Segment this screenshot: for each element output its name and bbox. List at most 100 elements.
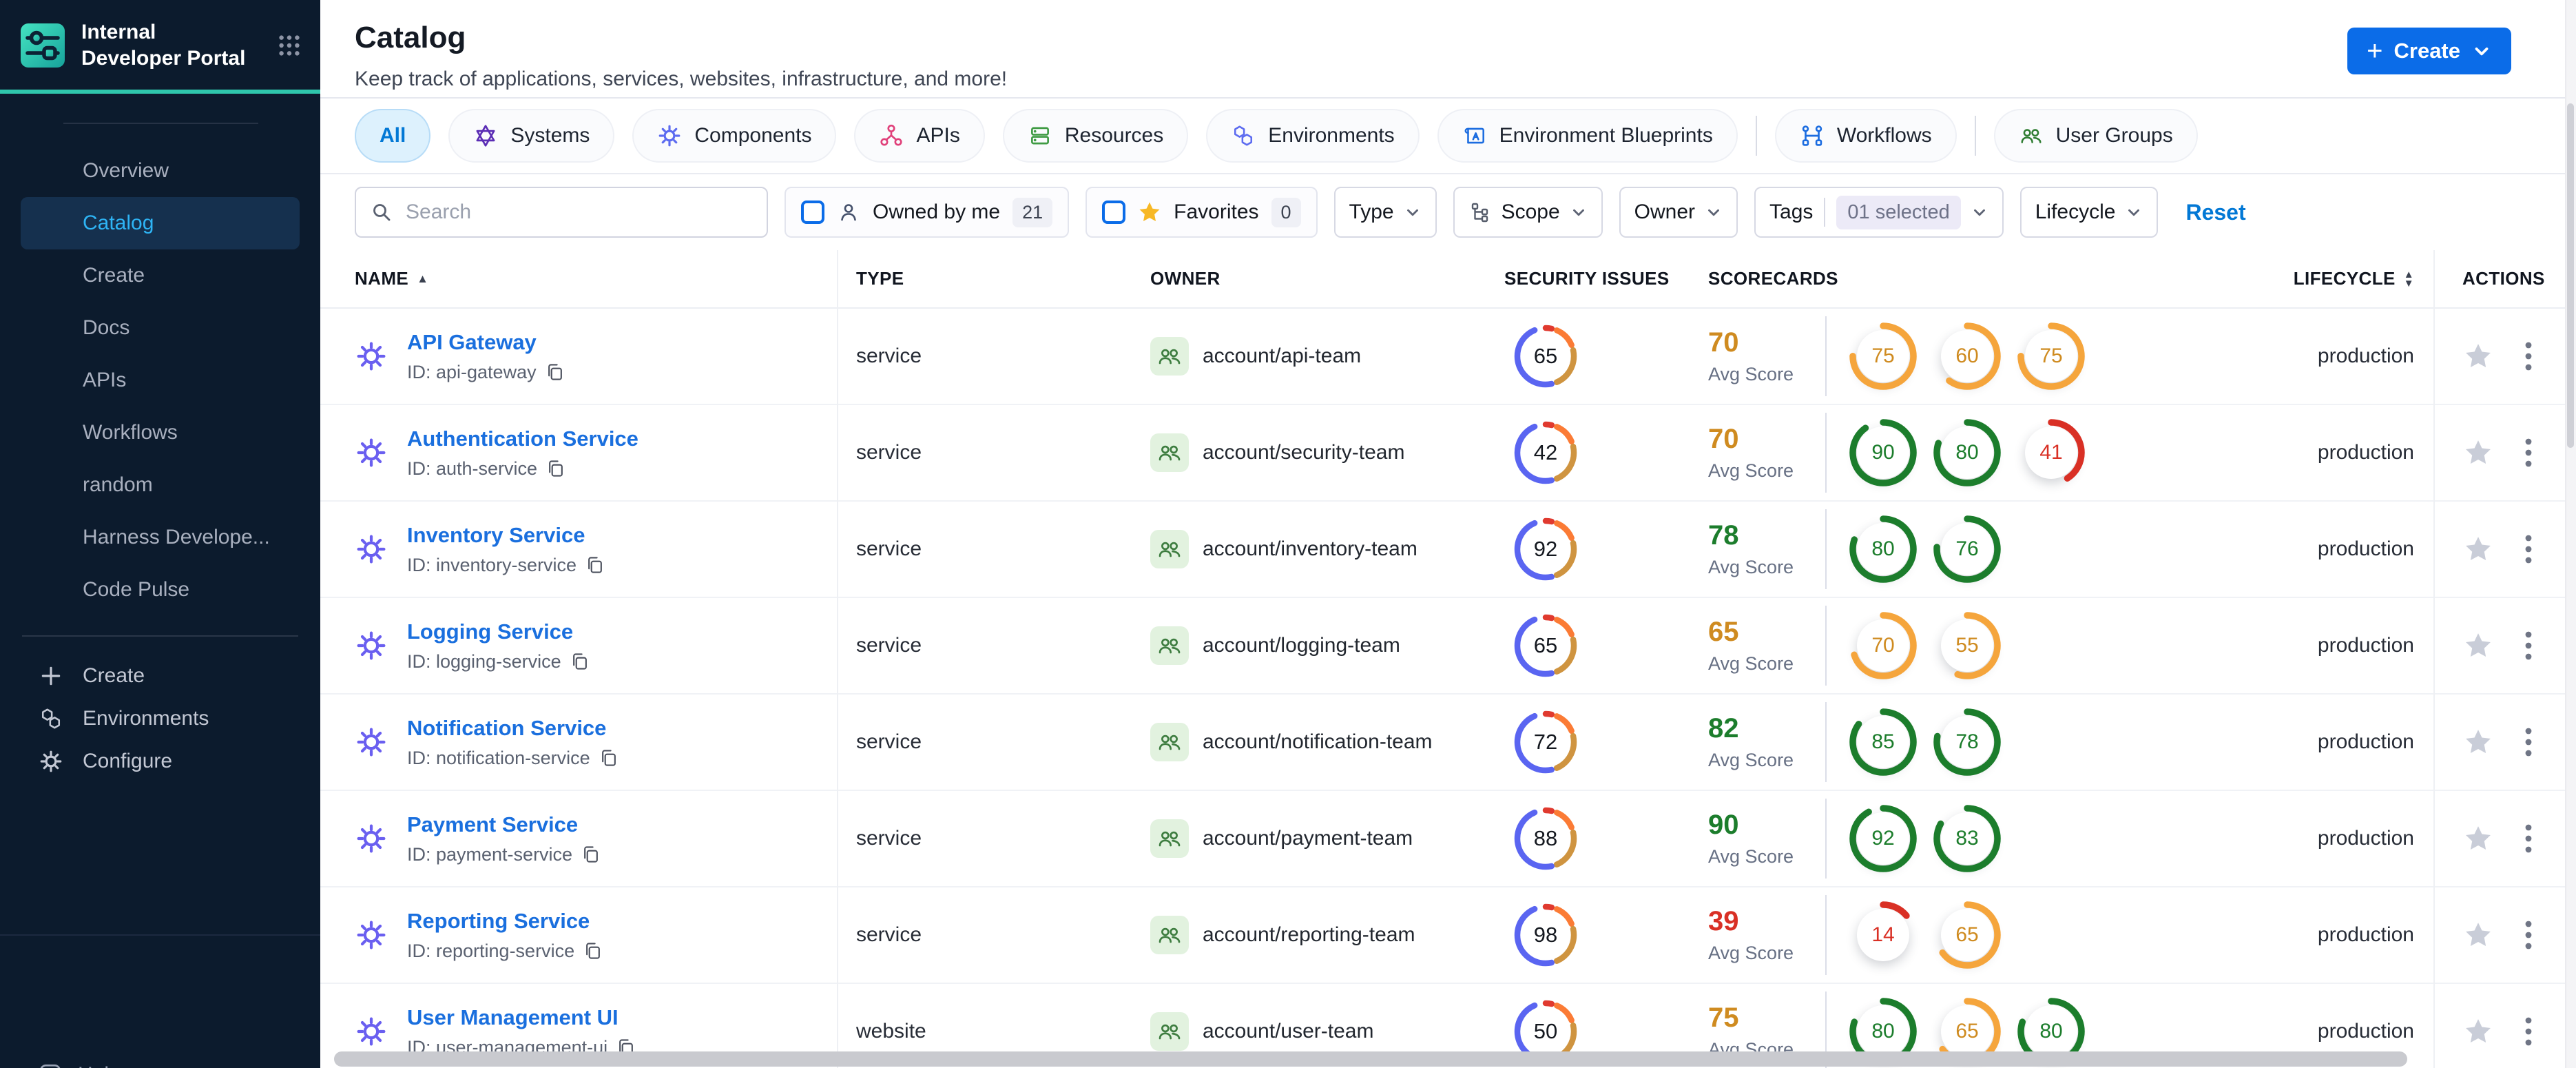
horizontal-scrollbar-thumb[interactable] — [334, 1051, 2407, 1067]
catalog-table: NAME ▲ TYPE OWNER SECURITY ISSUES SCORECA… — [320, 250, 2576, 1068]
scorecard-ring: 60 — [1933, 322, 2002, 391]
entity-name-cell: Authentication Service ID: auth-service — [320, 427, 837, 480]
tab-systems[interactable]: Systems — [448, 109, 615, 163]
users-icon — [2019, 123, 2044, 148]
app-grid-icon[interactable] — [276, 32, 302, 59]
filter-owner[interactable]: Owner — [1619, 187, 1738, 238]
kebab-menu-icon[interactable] — [2524, 533, 2533, 565]
favorite-star-icon[interactable] — [2464, 921, 2493, 949]
vertical-scrollbar-thumb[interactable] — [2567, 103, 2574, 448]
lifecycle-value: production — [2317, 1020, 2414, 1043]
copy-icon[interactable] — [545, 362, 565, 382]
kebab-menu-icon[interactable] — [2524, 919, 2533, 951]
entity-name-link[interactable]: Authentication Service — [407, 427, 638, 451]
table-row: Logging Service ID: logging-service serv… — [320, 598, 2576, 695]
create-button[interactable]: + Create — [2347, 28, 2511, 74]
column-header-scorecards: SCORECARDS — [1708, 268, 1838, 289]
column-divider — [2433, 250, 2435, 1068]
tab-workflows[interactable]: Workflows — [1774, 109, 1957, 163]
copy-icon[interactable] — [583, 941, 603, 961]
security-issues-donut: 98 — [1511, 901, 1580, 969]
entity-type: service — [856, 827, 922, 850]
copy-icon[interactable] — [599, 748, 619, 768]
entity-owner: account/notification-team — [1150, 723, 1502, 761]
sidebar-item-docs[interactable]: Docs — [21, 302, 300, 354]
tab-user-groups[interactable]: User Groups — [1993, 109, 2198, 163]
security-issues-donut: 65 — [1511, 322, 1580, 391]
column-header-name[interactable]: NAME ▲ — [320, 268, 837, 289]
favorite-star-icon[interactable] — [2464, 728, 2493, 757]
avg-score-value: 39 — [1708, 906, 1739, 936]
entity-name-link[interactable]: Inventory Service — [407, 523, 585, 547]
sidebar-item-overview[interactable]: Overview — [21, 145, 300, 197]
entity-owner: account/logging-team — [1150, 626, 1502, 665]
entity-type: website — [856, 1020, 926, 1043]
favorites-checkbox[interactable] — [1102, 201, 1126, 224]
reset-filters-link[interactable]: Reset — [2185, 200, 2245, 225]
kebab-menu-icon[interactable] — [2524, 630, 2533, 661]
tab-environment-blueprints[interactable]: Environment Blueprints — [1437, 109, 1738, 163]
filter-scope[interactable]: Scope — [1453, 187, 1603, 238]
kebab-menu-icon[interactable] — [2524, 437, 2533, 469]
sidebar-item-code-pulse[interactable]: Code Pulse — [21, 564, 300, 616]
kebab-menu-icon[interactable] — [2524, 1016, 2533, 1047]
sidebar-item-create[interactable]: Create — [21, 249, 300, 302]
table-row: Inventory Service ID: inventory-service … — [320, 502, 2576, 598]
tab-all[interactable]: All — [355, 109, 431, 163]
network-icon — [879, 123, 904, 148]
chevron-down-icon — [1971, 203, 1988, 221]
column-header-type: TYPE — [856, 268, 904, 289]
row-actions — [2433, 984, 2576, 1068]
filter-type[interactable]: Type — [1333, 187, 1437, 238]
vertical-scrollbar-track[interactable] — [2565, 0, 2576, 1068]
favorite-star-icon[interactable] — [2464, 535, 2493, 564]
entity-type: service — [856, 537, 922, 560]
avg-score-value: 65 — [1708, 617, 1739, 647]
sidebar-action-configure[interactable]: Configure — [22, 740, 298, 783]
tab-components[interactable]: Components — [632, 109, 837, 163]
favorite-star-icon[interactable] — [2464, 631, 2493, 660]
copy-icon[interactable] — [546, 458, 566, 479]
entity-name-link[interactable]: Notification Service — [407, 716, 606, 740]
favorite-star-icon[interactable] — [2464, 1017, 2493, 1046]
copy-icon[interactable] — [570, 651, 590, 672]
entity-name-link[interactable]: API Gateway — [407, 330, 537, 354]
favorite-star-icon[interactable] — [2464, 438, 2493, 467]
tab-resources[interactable]: Resources — [1002, 109, 1189, 163]
sidebar-item-random[interactable]: random — [21, 459, 300, 511]
copy-icon[interactable] — [581, 844, 601, 865]
tab-apis[interactable]: APIs — [854, 109, 985, 163]
sidebar-item-catalog[interactable]: Catalog — [21, 197, 300, 249]
sidebar-item-help[interactable]: Help — [0, 1062, 121, 1068]
search-input[interactable] — [406, 201, 753, 224]
sidebar-item-apis[interactable]: APIs — [21, 354, 300, 407]
column-header-lifecycle[interactable]: LIFECYCLE ▲ ▼ — [2294, 268, 2433, 289]
star-icon — [1138, 201, 1161, 224]
entity-type: service — [856, 923, 922, 946]
sidebar-item-workflows[interactable]: Workflows — [21, 407, 300, 459]
entity-name-link[interactable]: Reporting Service — [407, 909, 590, 933]
sidebar-item-harness-develope[interactable]: Harness Develope... — [21, 511, 300, 564]
kebab-menu-icon[interactable] — [2524, 823, 2533, 854]
filter-tags[interactable]: Tags 01 selected — [1754, 187, 2004, 238]
security-issues-donut: 88 — [1511, 804, 1580, 873]
entity-name-link[interactable]: Payment Service — [407, 812, 578, 836]
entity-owner: account/security-team — [1150, 433, 1502, 472]
favorite-star-icon[interactable] — [2464, 342, 2493, 371]
tab-environments[interactable]: Environments — [1206, 109, 1420, 163]
kebab-menu-icon[interactable] — [2524, 726, 2533, 758]
sidebar-action-create[interactable]: Create — [22, 655, 298, 697]
owned-by-me-filter[interactable]: Owned by me 21 — [785, 187, 1070, 238]
entity-name-link[interactable]: User Management UI — [407, 1005, 619, 1029]
entity-name-link[interactable]: Logging Service — [407, 619, 573, 644]
favorites-filter[interactable]: Favorites 0 — [1086, 187, 1318, 238]
component-gear-icon — [355, 1015, 388, 1048]
kebab-menu-icon[interactable] — [2524, 340, 2533, 372]
entity-id: ID: auth-service — [407, 458, 538, 479]
favorite-star-icon[interactable] — [2464, 824, 2493, 853]
owned-by-me-checkbox[interactable] — [801, 201, 824, 224]
sidebar-action-environments[interactable]: Environments — [22, 697, 298, 740]
column-header-actions: ACTIONS — [2462, 268, 2545, 289]
copy-icon[interactable] — [585, 555, 605, 575]
filter-lifecycle[interactable]: Lifecycle — [2019, 187, 2159, 238]
